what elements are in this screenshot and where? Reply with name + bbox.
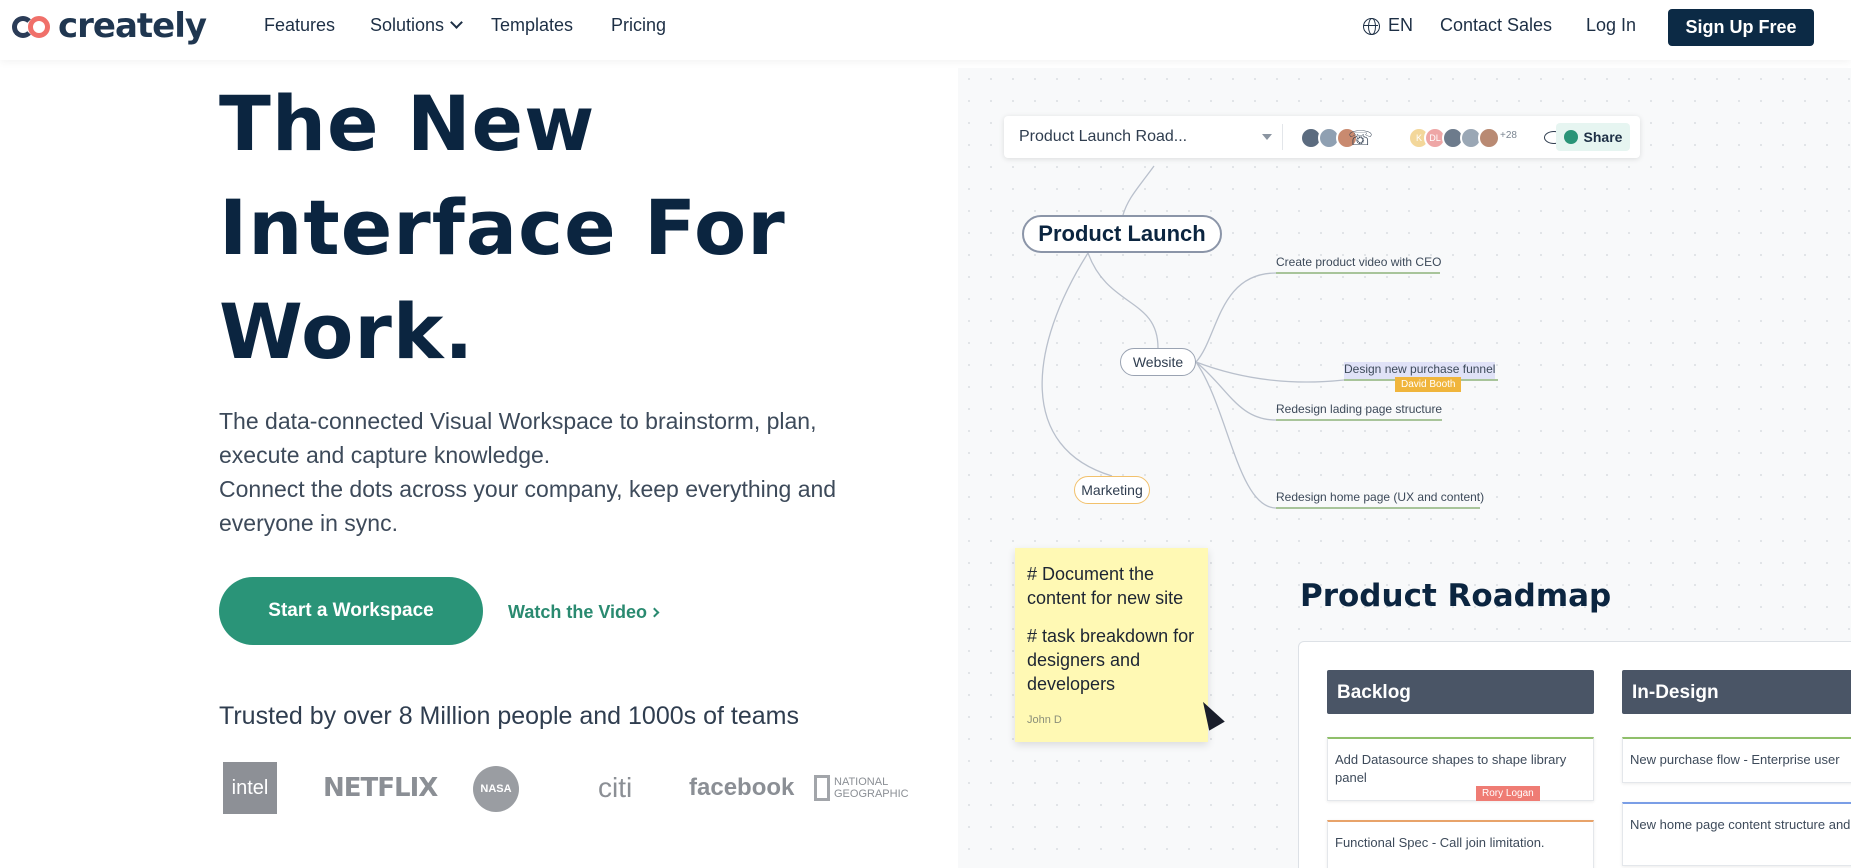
watch-video-label: Watch the Video — [508, 602, 648, 622]
language-selector[interactable]: EN — [1388, 15, 1413, 36]
nav-solutions[interactable]: Solutions — [370, 15, 463, 36]
connector-root-marketing — [1041, 252, 1113, 477]
logo-mark-icon — [12, 13, 54, 39]
trusted-heading: Trusted by over 8 Million people and 100… — [219, 702, 799, 730]
more-collaborators-count[interactable]: +28 — [1500, 130, 1517, 141]
logo-text: creately — [58, 6, 207, 46]
hero-title-line-1: The New — [219, 79, 596, 168]
intel-logo: intel — [223, 762, 277, 814]
leaf-underline — [1276, 419, 1442, 421]
column-header-in-design[interactable]: In-Design — [1622, 670, 1851, 714]
natgeo-text: NATIONAL GEOGRAPHIC — [834, 776, 909, 800]
start-workspace-button[interactable]: Start a Workspace — [219, 577, 483, 645]
share-button[interactable]: Share — [1556, 123, 1630, 151]
contact-sales-link[interactable]: Contact Sales — [1440, 15, 1552, 36]
nav-templates[interactable]: Templates — [491, 15, 573, 36]
netflix-logo: NETFLIX — [323, 773, 438, 803]
kanban-card[interactable]: New purchase flow - Enterprise user — [1622, 737, 1851, 783]
hero-title-line-2: Interface For — [219, 183, 786, 272]
signup-button[interactable]: Sign Up Free — [1668, 9, 1814, 46]
sticky-line-1: # Document the content for new site — [1027, 564, 1184, 608]
watch-video-link[interactable]: Watch the Video — [508, 602, 660, 623]
roadmap-board: Backlog In-Design Add Datasource shapes … — [1298, 641, 1851, 868]
mindmap-node-website[interactable]: Website — [1120, 348, 1196, 376]
phone-icon[interactable]: ☏ — [1348, 126, 1373, 151]
national-geographic-logo: NATIONAL GEOGRAPHIC — [814, 762, 909, 814]
leaf-underline — [1276, 507, 1480, 509]
connector-leaf-2 — [1195, 361, 1345, 383]
hero-title: The New Interface For Work. — [219, 72, 859, 384]
nav-features[interactable]: Features — [264, 15, 335, 36]
column-header-backlog[interactable]: Backlog — [1327, 670, 1594, 714]
login-link[interactable]: Log In — [1586, 15, 1636, 36]
chevron-down-icon — [450, 16, 463, 29]
mindmap-leaf[interactable]: Redesign home page (UX and content) — [1276, 490, 1484, 507]
sticky-note[interactable]: # Document the content for new site # ta… — [1015, 548, 1208, 742]
caret-down-icon[interactable] — [1262, 134, 1272, 140]
sticky-author: John D — [1027, 714, 1062, 726]
chevron-right-icon — [649, 607, 660, 618]
natgeo-line-2: GEOGRAPHIC — [834, 788, 909, 800]
hero-subtitle-1: The data-connected Visual Workspace to b… — [219, 408, 817, 468]
connector-root-top — [1122, 165, 1155, 216]
nav-pricing[interactable]: Pricing — [611, 15, 666, 36]
mindmap-node-marketing[interactable]: Marketing — [1074, 476, 1150, 504]
mindmap-leaf[interactable]: Create product video with CEO — [1276, 255, 1441, 272]
toolbar-divider — [1282, 124, 1283, 150]
product-canvas-preview: Product Launch Road... ☏ K DL +28 Share … — [958, 68, 1851, 868]
hero-title-line-3: Work. — [219, 287, 475, 376]
mindmap-root-node[interactable]: Product Launch — [1022, 215, 1222, 253]
sticky-line-2: # task breakdown for designers and devel… — [1027, 626, 1195, 694]
facebook-logo: facebook — [689, 774, 795, 801]
document-title[interactable]: Product Launch Road... — [1019, 128, 1187, 146]
connector-leaf-4 — [1195, 361, 1277, 509]
hero-subtitle-2: Connect the dots across your company, ke… — [219, 476, 837, 536]
avatar[interactable] — [1478, 127, 1500, 149]
mindmap-leaf[interactable]: Redesign lading page structure — [1276, 402, 1442, 419]
nav-solutions-label: Solutions — [370, 15, 445, 35]
editor-toolbar: Product Launch Road... ☏ K DL +28 Share — [1004, 116, 1640, 158]
globe-icon[interactable] — [1363, 18, 1380, 35]
creately-logo[interactable]: creately — [12, 6, 207, 46]
natgeo-line-1: NATIONAL — [834, 776, 889, 788]
share-label: Share — [1583, 129, 1623, 145]
connector-root-website — [1087, 252, 1159, 349]
connector-leaf-1 — [1195, 272, 1277, 363]
citi-logo: citi — [598, 772, 633, 803]
kanban-card[interactable]: Add Datasource shapes to shape library p… — [1327, 737, 1594, 801]
kanban-card[interactable]: New home page content structure and beha… — [1622, 802, 1851, 866]
nasa-logo: NASA — [473, 766, 519, 812]
hero-subtitle: The data-connected Visual Workspace to b… — [219, 404, 899, 540]
natgeo-frame-icon — [814, 775, 830, 801]
kanban-card[interactable]: Functional Spec - Call join limitation. — [1327, 820, 1594, 868]
top-navigation: creately Features Solutions Templates Pr… — [0, 0, 1851, 60]
roadmap-title: Product Roadmap — [1300, 578, 1612, 614]
collaborator-cursor-tag: Rory Logan — [1476, 786, 1540, 801]
globe-icon — [1563, 130, 1578, 144]
leaf-underline — [1276, 272, 1440, 274]
collaborator-cursor-tag: David Booth — [1395, 377, 1462, 392]
connector-leaf-3 — [1195, 361, 1277, 421]
